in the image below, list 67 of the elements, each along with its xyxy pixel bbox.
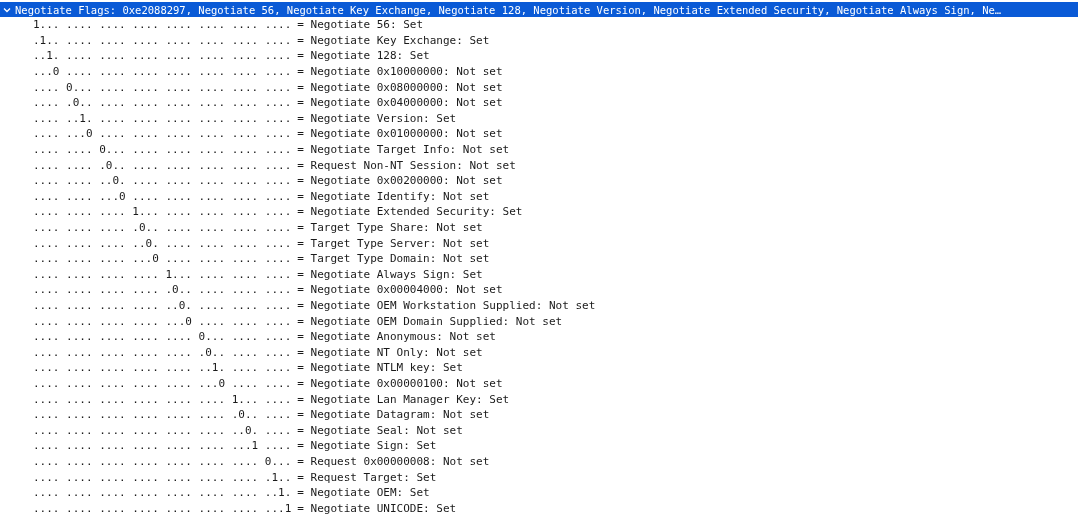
flag-description: = Negotiate 0x00000100: Not set — [297, 376, 503, 390]
chevron-icon[interactable] — [3, 5, 11, 14]
flag-description: = Negotiate Target Info: Not set — [297, 143, 510, 157]
bit-mask: .... .... .... .... .... 0... .... .... — [33, 330, 292, 344]
flag-description: = Negotiate 0x08000000: Not set — [297, 80, 503, 94]
bit-mask: .... 0... .... .... .... .... .... .... — [33, 80, 292, 94]
bit-mask: .... .... .... .... .... .0.. .... .... — [33, 345, 292, 359]
flag-description: = Negotiate 56: Set — [297, 18, 424, 32]
flag-description: = Negotiate Datagram: Not set — [297, 408, 490, 422]
flag-description: = Request 0x00000008: Not set — [297, 454, 490, 468]
flag-description: = Negotiate OEM: Set — [297, 486, 430, 500]
flag-description: = Negotiate 0x00004000: Not set — [297, 283, 503, 297]
bit-mask: .... .... .... .... ..0. .... .... .... — [33, 299, 292, 312]
bit-mask: .... .... .... .... .... .... .... ..1. — [33, 486, 292, 500]
bit-mask: ..1. .... .... .... .... .... .... .... — [33, 49, 292, 63]
flag-description: = Negotiate Identify: Not set — [297, 189, 490, 203]
bit-mask: .... .... .... .... .... .... .... .1.. — [33, 470, 292, 484]
flag-description: = Negotiate UNICODE: Set — [297, 501, 457, 515]
bit-mask: .... .... .0.. .... .... .... .... .... — [33, 158, 292, 172]
flag-description: = Negotiate OEM Domain Supplied: Not set — [297, 314, 563, 328]
flag-description: = Negotiate Lan Manager Key: Set — [297, 392, 510, 406]
bit-mask: .... .... .... .... .... ...0 .... .... — [33, 376, 292, 390]
bit-mask: 1... .... .... .... .... .... .... .... — [33, 18, 292, 32]
bit-mask: .... .... .... .... .... .... 1... .... — [33, 392, 292, 406]
bit-mask: .... .... .... .... .0.. .... .... .... — [33, 283, 292, 297]
bit-mask: .... .... .... .... .... .... ...1 .... — [33, 439, 292, 453]
flag-description: = Negotiate Always Sign: Set — [297, 267, 483, 281]
bit-mask: .... .... .... .... .... .... .... ...1 — [33, 501, 292, 515]
bit-mask: .... .... .... .... .... .... .0.. .... — [33, 408, 292, 422]
bit-mask: .... ...0 .... .... .... .... .... .... — [33, 127, 292, 141]
bit-mask: ...0 .... .... .... .... .... .... .... — [33, 65, 292, 79]
bit-mask: .... .... .... .... 1... .... .... .... — [33, 267, 292, 281]
flag-description: = Request Target: Set — [297, 470, 437, 484]
header-text: Negotiate Flags: 0xe2088297, Negotiate 56, Negotiate Key Exchange, Negotiate 128, Negotiate Version, Negotiate Extended Security, Negotiate Always Sign, Ne… — [15, 3, 1002, 16]
flag-description: = Negotiate NT Only: Not set — [297, 345, 483, 359]
flag-description: = Negotiate Anonymous: Not set — [297, 330, 496, 344]
flag-description: = Target Type Server: Not set — [297, 236, 490, 250]
flag-description: = Negotiate 0x04000000: Not set — [297, 96, 503, 110]
bit-mask: .... .... .... ..0. .... .... .... .... — [33, 236, 292, 250]
bit-mask: .... .... .... .... .... ..1. .... .... — [33, 361, 292, 375]
flag-description: = Negotiate OEM Workstation Supplied: Not set — [297, 299, 596, 312]
flag-description: = Negotiate Key Exchange: Set — [297, 33, 490, 47]
bit-mask: .... .... .... .... .... .... ..0. .... — [33, 423, 292, 437]
bit-mask: .... .... ..0. .... .... .... .... .... — [33, 174, 292, 188]
flag-description: = Negotiate Version: Set — [297, 111, 457, 125]
flag-description: = Request Non-NT Session: Not set — [297, 158, 516, 172]
flag-description: = Target Type Domain: Not set — [297, 252, 490, 266]
flag-description: = Negotiate 0x10000000: Not set — [297, 65, 503, 79]
bit-mask: .... .... .... .0.. .... .... .... .... — [33, 221, 292, 234]
flag-description: = Negotiate Sign: Set — [297, 439, 437, 453]
bit-mask: .... .... .... 1... .... .... .... .... — [33, 205, 292, 219]
flag-description: = Negotiate 128: Set — [297, 49, 430, 63]
bit-mask: .... ..1. .... .... .... .... .... .... — [33, 111, 292, 125]
bit-mask: .... .... 0... .... .... .... .... .... — [33, 143, 292, 157]
flag-description: = Negotiate 0x01000000: Not set — [297, 127, 503, 141]
bit-mask: .... .0.. .... .... .... .... .... .... — [33, 96, 292, 110]
flag-description: = Negotiate NTLM key: Set — [297, 361, 463, 375]
flag-description: = Negotiate Extended Security: Set — [297, 205, 523, 219]
flag-description: = Negotiate Seal: Not set — [297, 423, 463, 437]
flag-description: = Negotiate 0x00200000: Not set — [297, 174, 503, 188]
tree-row[interactable]: Negotiate Flags: 0xe2088297, Negotiate 56, Negotiate Key Exchange, Negotiate 128, Negotiate Version, Negotiate Extended Security, Negotiate Always Sign, Ne… — [0, 2, 1078, 17]
bit-mask: .... .... .... .... .... .... .... 0... — [33, 454, 292, 468]
bit-mask: .... .... .... ...0 .... .... .... .... — [33, 252, 292, 266]
bit-mask: .1.. .... .... .... .... .... .... .... — [33, 33, 292, 47]
flag-description: = Target Type Share: Not set — [297, 221, 483, 234]
bit-mask: .... .... .... .... ...0 .... .... .... — [33, 314, 292, 328]
bit-mask: .... .... ...0 .... .... .... .... .... — [33, 189, 292, 203]
